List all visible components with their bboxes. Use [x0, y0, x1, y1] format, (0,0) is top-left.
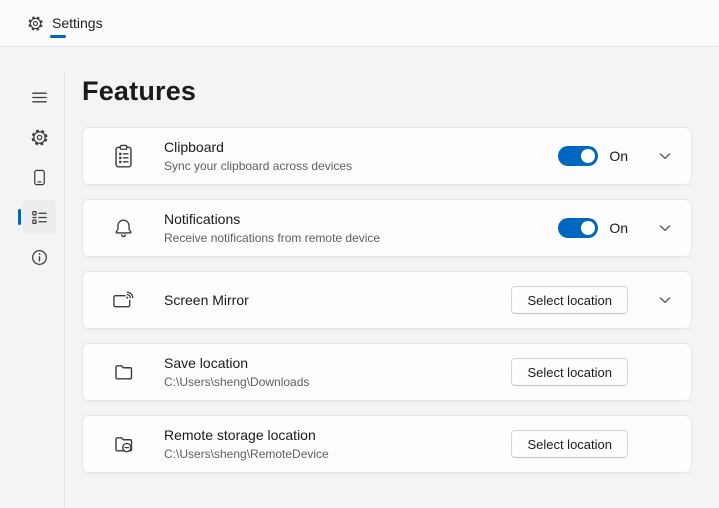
card-notifications: Notifications Receive notifications from…	[82, 199, 692, 257]
phone-icon	[30, 168, 49, 187]
settings-tab-label[interactable]: Settings	[52, 15, 103, 31]
notifications-toggle[interactable]	[558, 218, 598, 238]
chevron-down-icon[interactable]	[659, 224, 671, 232]
toggle-state-label: On	[609, 148, 628, 164]
sidebar-item-features[interactable]	[22, 200, 56, 234]
top-bar: Settings	[0, 0, 719, 47]
toggle-knob	[581, 221, 595, 235]
settings-gear-icon	[27, 15, 44, 32]
card-remote-storage-location: Remote storage location C:\Users\sheng\R…	[82, 415, 692, 473]
card-clipboard: Clipboard Sync your clipboard across dev…	[82, 127, 692, 185]
clipboard-toggle[interactable]	[558, 146, 598, 166]
card-subtitle: Sync your clipboard across devices	[164, 158, 558, 174]
select-location-button[interactable]: Select location	[511, 286, 628, 314]
features-list-icon	[30, 208, 49, 227]
card-subtitle: Receive notifications from remote device	[164, 230, 558, 246]
selected-indicator	[18, 209, 21, 225]
card-title: Screen Mirror	[164, 291, 511, 310]
sidebar-item-device[interactable]	[22, 160, 56, 194]
sidebar-item-about[interactable]	[22, 240, 56, 274]
sidebar	[0, 47, 65, 508]
info-icon	[30, 248, 49, 267]
select-location-button[interactable]: Select location	[511, 358, 628, 386]
card-title: Save location	[164, 354, 511, 373]
card-title: Clipboard	[164, 138, 558, 157]
chevron-down-icon[interactable]	[659, 296, 671, 304]
chevron-down-icon[interactable]	[659, 152, 671, 160]
screen-mirror-icon	[111, 290, 135, 310]
card-save-location: Save location C:\Users\sheng\Downloads S…	[82, 343, 692, 401]
select-location-button[interactable]: Select location	[511, 430, 628, 458]
card-subtitle-path: C:\Users\sheng\Downloads	[164, 374, 511, 390]
sidebar-item-menu[interactable]	[22, 80, 56, 114]
card-title: Notifications	[164, 210, 558, 229]
gear-icon	[30, 128, 49, 147]
clipboard-icon	[111, 144, 135, 169]
toggle-state-label: On	[609, 220, 628, 236]
bell-icon	[111, 217, 135, 239]
card-subtitle-path: C:\Users\sheng\RemoteDevice	[164, 446, 511, 462]
toggle-knob	[581, 149, 595, 163]
folder-remote-icon	[111, 434, 135, 454]
card-screen-mirror: Screen Mirror Select location	[82, 271, 692, 329]
main-content: Features	[65, 47, 719, 508]
settings-page: Settings	[0, 0, 719, 508]
active-tab-indicator	[50, 35, 66, 38]
sidebar-item-settings[interactable]	[22, 120, 56, 154]
menu-icon	[30, 88, 49, 107]
folder-icon	[111, 362, 135, 382]
page-title: Features	[82, 76, 692, 107]
card-title: Remote storage location	[164, 426, 511, 445]
